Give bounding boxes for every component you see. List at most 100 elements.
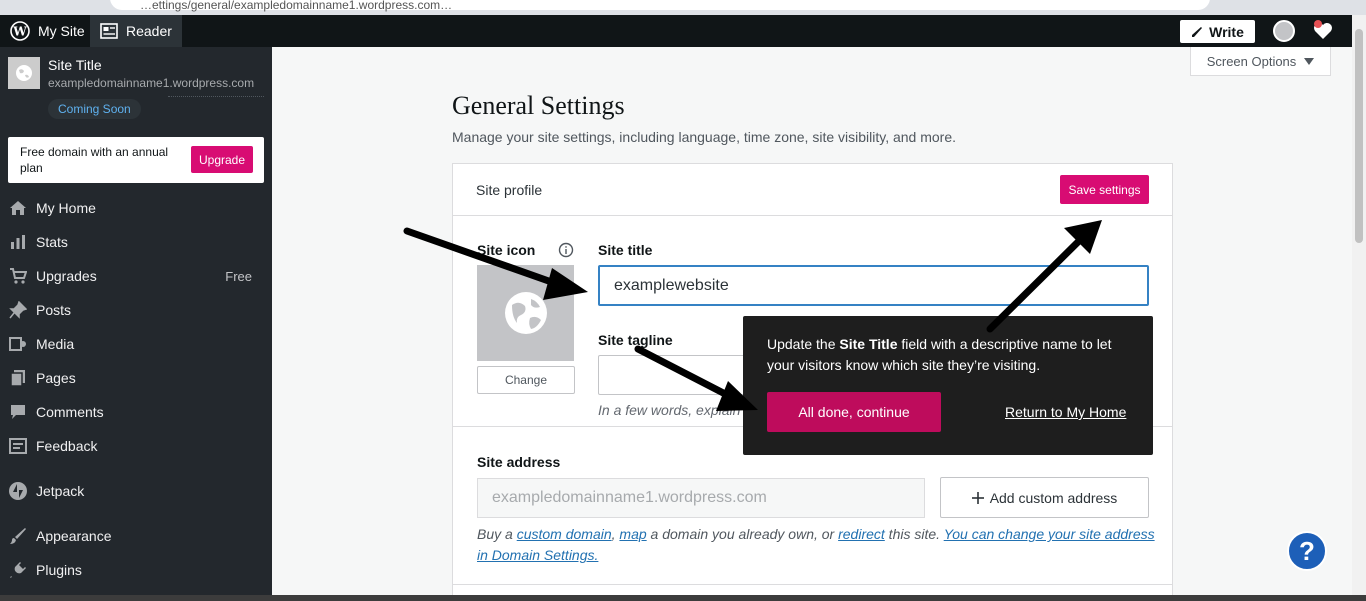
feedback-icon	[8, 436, 28, 456]
url-text: …ettings/general/exampledomainname1.word…	[140, 0, 453, 12]
scrollbar[interactable]	[1352, 15, 1366, 601]
my-site-button[interactable]: W My Site	[0, 15, 90, 47]
sidebar-item-upgrades[interactable]: Upgrades Free	[0, 259, 272, 293]
sidebar-item-media[interactable]: Media	[0, 327, 272, 361]
plug-icon	[8, 560, 28, 580]
site-title-label: Site title	[598, 242, 653, 258]
reader-button[interactable]: Reader	[90, 15, 182, 47]
map-domain-link[interactable]: map	[619, 526, 646, 542]
sidebar-item-comments[interactable]: Comments	[0, 395, 272, 429]
upgrade-button[interactable]: Upgrade	[191, 146, 253, 173]
divider	[453, 584, 1172, 585]
brush-icon	[8, 526, 28, 546]
scrollbar-thumb[interactable]	[1355, 29, 1363, 243]
my-site-label: My Site	[38, 23, 85, 39]
sidebar-item-posts[interactable]: Posts	[0, 293, 272, 327]
tour-text: Update the Site Title field with a descr…	[767, 334, 1137, 376]
change-icon-button[interactable]: Change	[477, 366, 575, 394]
globe-icon	[504, 292, 547, 334]
save-settings-button[interactable]: Save settings	[1060, 175, 1149, 204]
help-text: a domain you already own, or	[646, 526, 839, 542]
sidebar: Site Title exampledomainname1.wordpress.…	[0, 47, 272, 601]
sidebar-item-label: Upgrades	[36, 268, 97, 284]
sidebar-menu: My Home Stats Upgrades Free Posts Media …	[0, 191, 272, 587]
help-text: Buy a	[477, 526, 517, 542]
stats-icon	[8, 232, 28, 252]
sidebar-item-label: My Home	[36, 200, 96, 216]
site-title-input[interactable]: examplewebsite	[598, 265, 1149, 306]
write-button[interactable]: Write	[1180, 20, 1255, 43]
plus-icon	[971, 491, 984, 504]
site-tagline-label: Site tagline	[598, 332, 673, 348]
screen-options-button[interactable]: Screen Options	[1190, 47, 1331, 76]
pages-icon	[8, 368, 28, 388]
browser-chrome: …ettings/general/exampledomainname1.word…	[0, 0, 1366, 15]
stats-sparkline	[168, 96, 264, 97]
site-address-help: Buy a custom domain, map a domain you al…	[477, 524, 1157, 566]
upgrade-nudge: Free domain with an annual plan Upgrade	[8, 137, 264, 183]
add-custom-address-label: Add custom address	[989, 489, 1118, 506]
card-header: Site profile Save settings	[453, 164, 1172, 216]
add-custom-address-button[interactable]: Add custom address	[940, 477, 1149, 518]
reader-icon	[100, 23, 118, 39]
status-badge: Coming Soon	[48, 99, 141, 119]
svg-text:W: W	[12, 25, 27, 39]
site-thumbnail	[8, 57, 40, 89]
sidebar-item-feedback[interactable]: Feedback	[0, 429, 272, 463]
write-label: Write	[1209, 23, 1244, 40]
custom-domain-link[interactable]: custom domain	[517, 526, 612, 542]
sidebar-item-label: Appearance	[36, 528, 112, 544]
comment-icon	[8, 402, 28, 422]
cart-icon	[8, 266, 28, 286]
avatar[interactable]	[1273, 20, 1295, 42]
card-header-title: Site profile	[476, 182, 543, 198]
all-done-continue-button[interactable]: All done, continue	[767, 392, 941, 432]
reader-label: Reader	[126, 23, 172, 39]
pen-icon	[1192, 26, 1203, 37]
info-icon[interactable]	[558, 242, 574, 258]
sidebar-item-label: Feedback	[36, 438, 98, 454]
return-to-my-home-link[interactable]: Return to My Home	[1005, 404, 1126, 420]
sidebar-item-label: Jetpack	[36, 483, 85, 499]
help-text: this site.	[884, 526, 944, 542]
sidebar-item-appearance[interactable]: Appearance	[0, 519, 272, 553]
wordpress-logo-icon: W	[10, 21, 30, 41]
sidebar-item-label: Media	[36, 336, 75, 352]
site-card[interactable]: Site Title exampledomainname1.wordpress.…	[8, 57, 264, 123]
screen-options-label: Screen Options	[1206, 53, 1297, 69]
sidebar-item-label: Pages	[36, 370, 76, 386]
sidebar-item-label: Stats	[36, 234, 68, 250]
redirect-link[interactable]: redirect	[838, 526, 885, 542]
page-title: General Settings	[452, 91, 625, 120]
site-icon-preview[interactable]	[477, 265, 574, 361]
address-bar[interactable]: …ettings/general/exampledomainname1.word…	[110, 0, 1210, 12]
home-icon	[8, 198, 28, 218]
notification-dot	[1314, 20, 1322, 28]
site-address-label: Site address	[477, 454, 561, 470]
site-icon-label: Site icon	[477, 242, 536, 258]
site-url: exampledomainname1.wordpress.com	[48, 76, 255, 90]
sidebar-item-plugins[interactable]: Plugins	[0, 553, 272, 587]
pin-icon	[8, 300, 28, 320]
tour-text-bold: Site Title	[839, 336, 898, 352]
taskbar-strip	[0, 595, 1366, 601]
plan-badge: Free	[225, 268, 252, 284]
site-address-input: exampledomainname1.wordpress.com	[477, 478, 925, 518]
guided-tour-popover: Update the Site Title field with a descr…	[743, 316, 1153, 455]
sidebar-item-stats[interactable]: Stats	[0, 225, 272, 259]
jetpack-icon	[8, 481, 28, 501]
sidebar-item-pages[interactable]: Pages	[0, 361, 272, 395]
media-icon	[8, 334, 28, 354]
globe-icon	[16, 65, 32, 81]
sidebar-item-label: Plugins	[36, 562, 82, 578]
admin-bar: W My Site Reader Write	[0, 15, 1366, 47]
page-subtitle: Manage your site settings, including lan…	[452, 129, 957, 145]
help-button[interactable]: ?	[1287, 531, 1327, 571]
sidebar-item-my-home[interactable]: My Home	[0, 191, 272, 225]
sidebar-item-jetpack[interactable]: Jetpack	[0, 463, 272, 519]
tour-text-part: Update the	[767, 336, 840, 352]
upgrade-nudge-text: Free domain with an annual plan	[20, 145, 169, 175]
sidebar-item-label: Comments	[36, 404, 104, 420]
caret-down-icon	[1304, 57, 1315, 65]
sidebar-item-label: Posts	[36, 302, 72, 318]
